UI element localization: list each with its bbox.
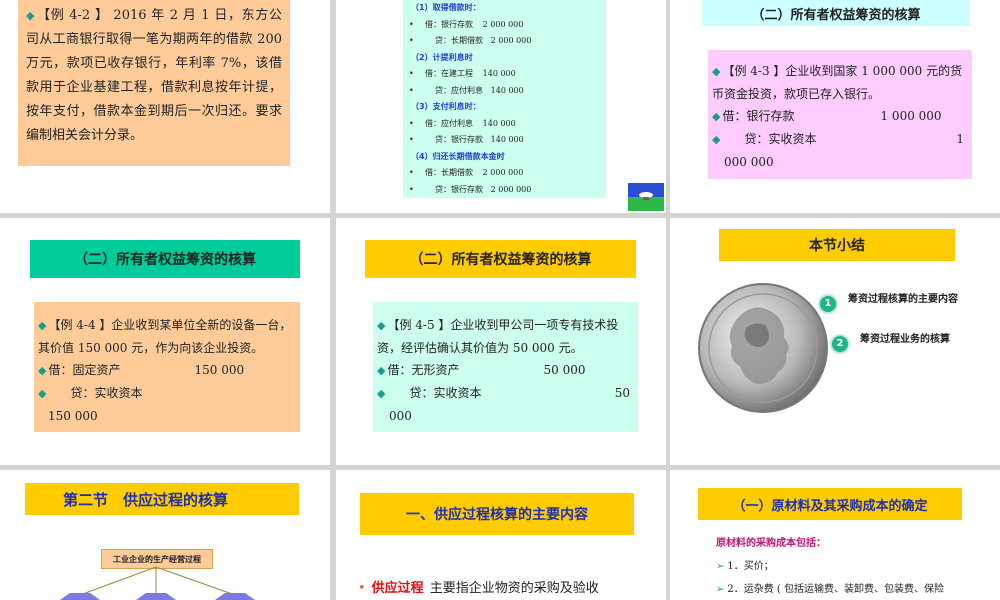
number-badge: 2: [830, 334, 850, 354]
section-title-bar: （二）所有者权益筹资的核算: [30, 240, 300, 278]
arrow-bullet-icon: ➢: [716, 561, 725, 572]
journal-entries-box: （1）取得借款时： • 借：银行存款 2 000 000 • 贷：长期借款 2 00…: [403, 0, 606, 198]
credit-line: ◆ 贷：实收资本 50: [377, 386, 630, 400]
slide-thumbnail-6[interactable]: 本节小结 1 筹资过程核算的主要内容 2 筹资过程业务的核算: [670, 218, 1000, 465]
debit-line: ◆ 借：无形资产 50 000: [377, 363, 586, 377]
diamond-bullet-icon: ◆: [712, 110, 721, 123]
entry-heading-3: （3）支付利息时：: [411, 102, 481, 111]
bullet-supply-process: • 供应过程 主要指企业物资的采购及验收: [358, 581, 599, 596]
section-title-bar: （二）所有者权益筹资的核算: [365, 240, 636, 278]
diamond-bullet-icon: ◆: [26, 9, 36, 22]
entry-line: • 贷：应付利息 140 000: [409, 85, 524, 95]
slide-thumbnail-7[interactable]: 第二节 供应过程的核算 工业企业的生产经营过程: [0, 470, 330, 600]
number-badge: 1: [818, 294, 838, 314]
credit-amount: 150 000: [48, 409, 98, 423]
entry-heading-1: （1）取得借款时：: [411, 3, 481, 12]
section-title-bar: （一）原材料及其采购成本的确定: [698, 488, 962, 520]
diamond-bullet-icon: ◆: [38, 387, 47, 400]
example-4-2-box: ◆ 【例 4-2 】 2016 年 2 月 1 日，东方公司从工商银行取得一笔为期…: [18, 0, 290, 166]
entry-heading-4: （4）归还长期借款本金时: [411, 151, 505, 161]
subtitle-text: 原材料的采购成本包括：: [716, 538, 826, 549]
slide-thumbnail-2[interactable]: （1）取得借款时： • 借：银行存款 2 000 000 • 贷：长期借款 2 00…: [336, 0, 666, 213]
diamond-bullet-icon: ◆: [712, 65, 721, 78]
diamond-bullet-icon: ◆: [38, 319, 47, 332]
example-4-3-text: ◆ 【例 4-3 】企业收到国家 1 000 000 元的货币资金投资，款项已存入…: [712, 64, 963, 101]
slide-thumbnail-8[interactable]: 一、供应过程核算的主要内容 • 供应过程 主要指企业物资的采购及验收: [336, 470, 666, 600]
entry-line: • 贷：银行存款 140 000: [409, 135, 524, 144]
example-4-5-text: ◆ 【例 4-5 】企业收到甲公司一项专有技术投资，经评估确认其价值为 50 00…: [377, 318, 619, 355]
slide-thumbnail-1[interactable]: ◆ 【例 4-2 】 2016 年 2 月 1 日，东方公司从工商银行取得一笔为期…: [0, 0, 330, 213]
list-item: ➢ 2．运杂费 ( 包括运输费、装卸费、包装费、保险: [716, 584, 945, 595]
entry-line: • 借：应付利息 140 000: [409, 118, 516, 128]
list-item: ➢ 1．买价；: [716, 561, 774, 572]
debit-line: ◆ 借：固定资产 150 000: [38, 363, 245, 377]
bullet-dot-icon: •: [358, 581, 366, 596]
summary-item-2: 2 筹资过程业务的核算: [830, 334, 990, 354]
section-title-bar: 第二节 供应过程的核算: [25, 483, 299, 515]
debit-line: ◆ 借：银行存款 1 000 000: [712, 109, 942, 123]
flowchart-connectors: [60, 566, 255, 600]
diamond-bullet-icon: ◆: [377, 364, 386, 377]
janus-coin-icon: [698, 283, 828, 413]
entry-line: • 借：在建工程 140 000: [409, 69, 516, 78]
diamond-bullet-icon: ◆: [38, 364, 47, 377]
entry-line: • 借：长期借款 2 000 000: [409, 168, 524, 177]
summary-item-text: 筹资过程业务的核算: [860, 334, 950, 345]
summary-title-bar: 本节小结: [719, 229, 955, 261]
credit-amount-wrap: 000: [389, 409, 412, 423]
diamond-bullet-icon: ◆: [377, 387, 386, 400]
diamond-bullet-icon: ◆: [712, 133, 721, 146]
slide-thumbnail-5[interactable]: （二）所有者权益筹资的核算 ◆ 【例 4-5 】企业收到甲公司一项专有技术投资，经…: [336, 218, 666, 465]
arrow-bullet-icon: ➢: [716, 584, 725, 595]
slide-thumbnail-3[interactable]: （二）所有者权益筹资的核算 ◆ 【例 4-3 】企业收到国家 1 000 000 …: [670, 0, 1000, 213]
credit-line: ◆ 贷：实收资本 1: [712, 132, 964, 146]
example-4-4-box: ◆ 【例 4-4 】企业收到某单位全新的设备一台，其价值 150 000 元，作为…: [34, 302, 300, 432]
example-4-3-box: ◆ 【例 4-3 】企业收到国家 1 000 000 元的货币资金投资，款项已存入…: [708, 50, 972, 179]
slide-thumbnail-4[interactable]: （二）所有者权益筹资的核算 ◆ 【例 4-4 】企业收到某单位全新的设备一台，其价…: [0, 218, 330, 465]
credit-line: ◆ 贷：实收资本: [38, 386, 143, 400]
example-4-4-text: ◆ 【例 4-4 】企业收到某单位全新的设备一台，其价值 150 000 元，作为…: [38, 318, 292, 355]
summary-item-1: 1 筹资过程核算的主要内容: [818, 294, 958, 314]
example-4-2-text: 【例 4-2 】 2016 年 2 月 1 日，东方公司从工商银行取得一笔为期两…: [26, 8, 282, 143]
entry-heading-2: （2）计提利息时: [411, 52, 473, 62]
entry-line: • 借：银行存款 2 000 000: [409, 19, 524, 29]
example-4-5-box: ◆ 【例 4-5 】企业收到甲公司一项专有技术投资，经评估确认其价值为 50 00…: [373, 302, 638, 432]
landscape-clipart-icon: [628, 183, 664, 211]
entry-line: • 贷：长期借款 2 000 000: [409, 36, 532, 45]
entry-line: • 贷：银行存款 2 000 000: [409, 184, 532, 194]
slide-thumbnail-9[interactable]: （一）原材料及其采购成本的确定 原材料的采购成本包括： ➢ 1．买价； ➢ 2．运杂…: [670, 470, 1000, 600]
credit-amount-wrap: 000 000: [724, 155, 774, 169]
section-title-bar: 一、供应过程核算的主要内容: [360, 493, 634, 535]
section-title-bar: （二）所有者权益筹资的核算: [702, 0, 970, 26]
summary-item-text: 筹资过程核算的主要内容: [848, 294, 958, 305]
diamond-bullet-icon: ◆: [377, 319, 386, 332]
